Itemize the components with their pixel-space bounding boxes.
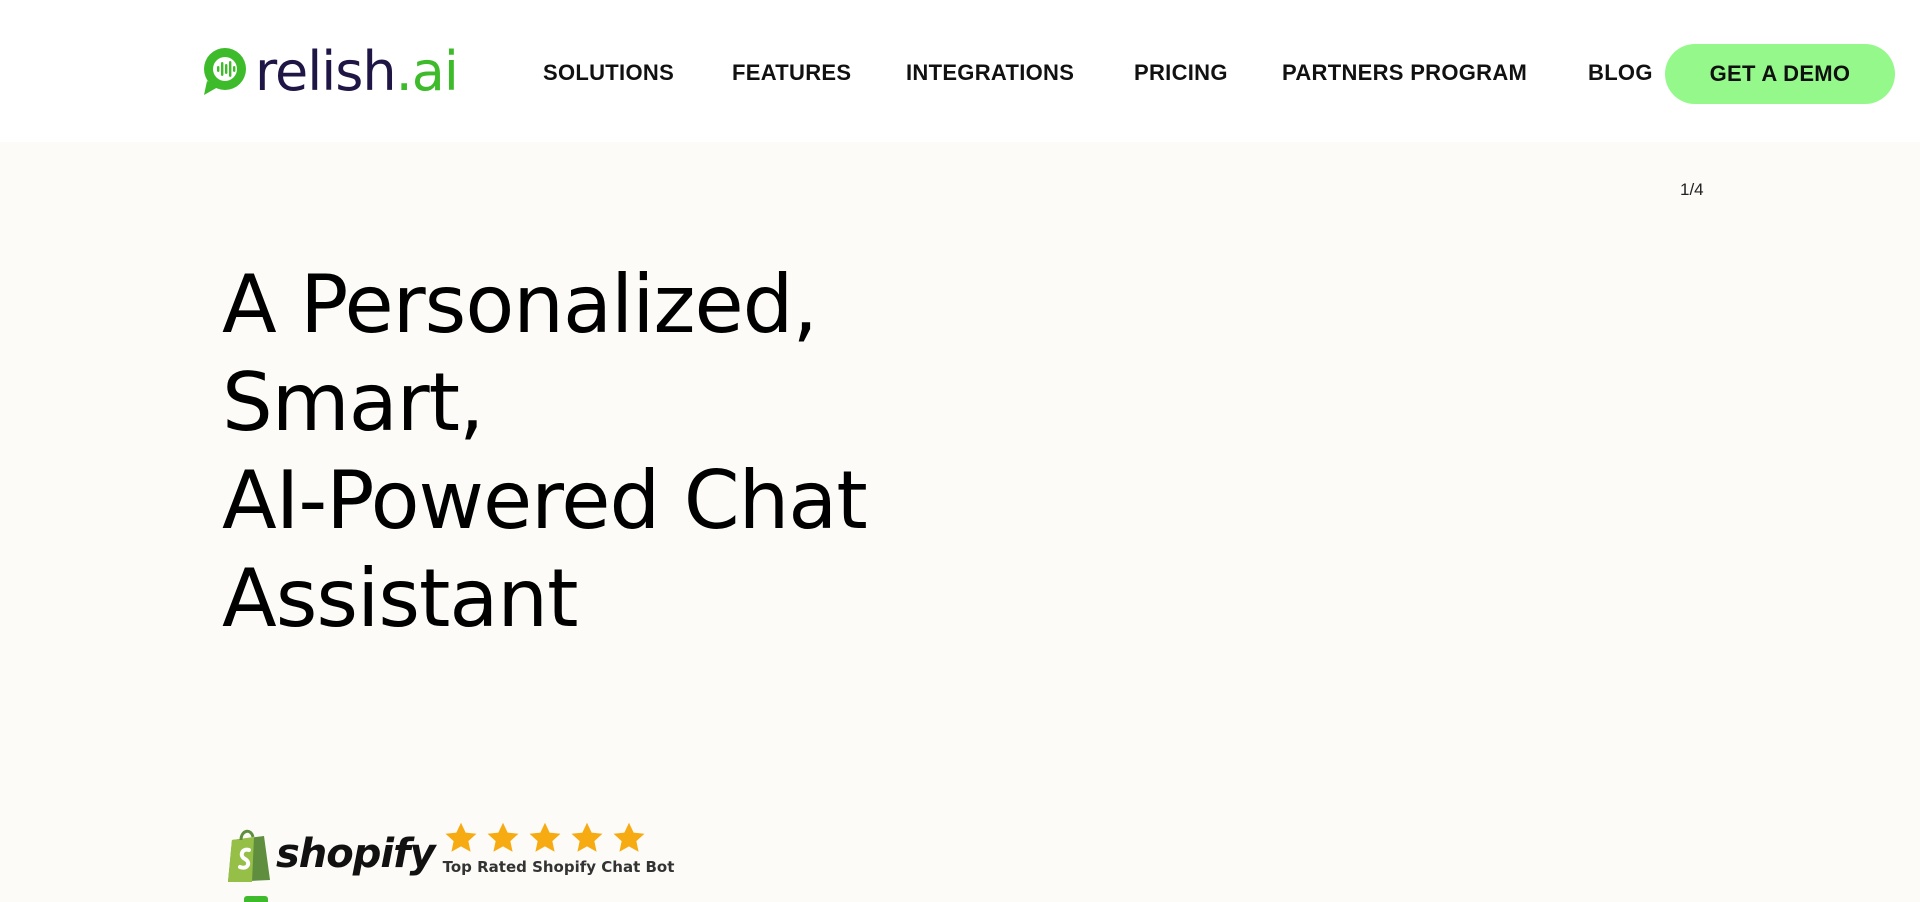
logo-dot: . — [395, 40, 413, 103]
nav-item-features[interactable]: FEATURES — [732, 56, 851, 90]
nav-item-solutions[interactable]: SOLUTIONS — [543, 56, 674, 90]
star-icon — [529, 822, 561, 852]
star-icon — [487, 822, 519, 852]
nav-item-partners-program[interactable]: PARTNERS PROGRAM — [1282, 56, 1527, 90]
shopping-bag-icon — [228, 829, 270, 882]
star-icon — [613, 822, 645, 852]
shopify-logo: shopify — [224, 826, 436, 882]
hero-title: A Personalized, Smart, AI-Powered Chat A… — [222, 256, 868, 648]
logo-wordmark: relish.ai — [255, 44, 459, 100]
star-icon — [571, 822, 603, 852]
logo-suffix: ai — [411, 40, 459, 103]
slide-counter: 1/4 — [1680, 180, 1704, 199]
hero-title-line: AI-Powered Chat — [222, 454, 868, 547]
chat-bubble-soundwave-icon — [204, 48, 246, 95]
star-rating — [443, 820, 675, 856]
logo-name: relish — [255, 40, 397, 103]
hero-title-line: Assistant — [222, 552, 578, 645]
rating: Top Rated Shopify Chat Bot — [442, 820, 675, 876]
site-header: relish.ai SOLUTIONS FEATURES INTEGRATION… — [0, 0, 1920, 142]
shopify-rating-badge: shopify Top Rated Shopify Chat Bot — [224, 820, 674, 882]
nav-item-blog[interactable]: BLOG — [1588, 56, 1653, 90]
nav-item-integrations[interactable]: INTEGRATIONS — [906, 56, 1074, 90]
hero-title-line: A Personalized, — [222, 258, 818, 351]
hero-title-line: Smart, — [222, 356, 484, 449]
nav-item-pricing[interactable]: PRICING — [1134, 56, 1228, 90]
star-icon — [445, 822, 477, 852]
shopify-wordmark: shopify — [276, 831, 436, 877]
get-a-demo-button[interactable]: GET A DEMO — [1665, 44, 1895, 104]
partial-icon — [244, 896, 268, 902]
rating-label: Top Rated Shopify Chat Bot — [442, 858, 675, 876]
relish-logo[interactable]: relish.ai — [201, 44, 459, 100]
